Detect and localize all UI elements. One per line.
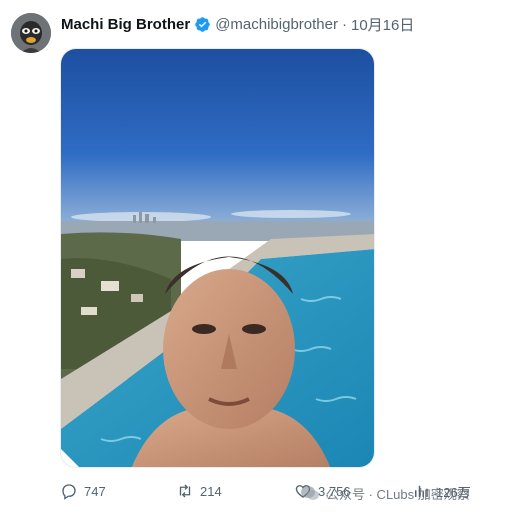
- verified-badge-icon: [195, 16, 210, 32]
- watermark-text: 公众号 · CLubs 加密观察: [326, 486, 470, 502]
- avatar-image: [11, 13, 51, 53]
- handle[interactable]: @machibigbrother: [215, 16, 338, 33]
- retweet-icon: [179, 484, 191, 498]
- tweet-photo[interactable]: [60, 48, 375, 468]
- retweet-button[interactable]: 214: [176, 478, 222, 504]
- separator-dot: ·: [341, 15, 347, 33]
- wechat-icon: [301, 486, 319, 500]
- retweet-count: 214: [200, 483, 222, 499]
- timestamp[interactable]: 10月16日: [351, 14, 414, 35]
- tweet-header: Machi Big Brother @machibigbrother · 10月…: [61, 13, 414, 35]
- reply-icon: [62, 484, 76, 500]
- reply-button[interactable]: 747: [60, 478, 106, 504]
- reply-count: 747: [84, 483, 106, 499]
- avatar[interactable]: [11, 13, 51, 53]
- photo-image: [61, 49, 374, 467]
- watermark: 公众号 · CLubs 加密观察: [300, 482, 470, 504]
- display-name[interactable]: Machi Big Brother: [61, 16, 190, 33]
